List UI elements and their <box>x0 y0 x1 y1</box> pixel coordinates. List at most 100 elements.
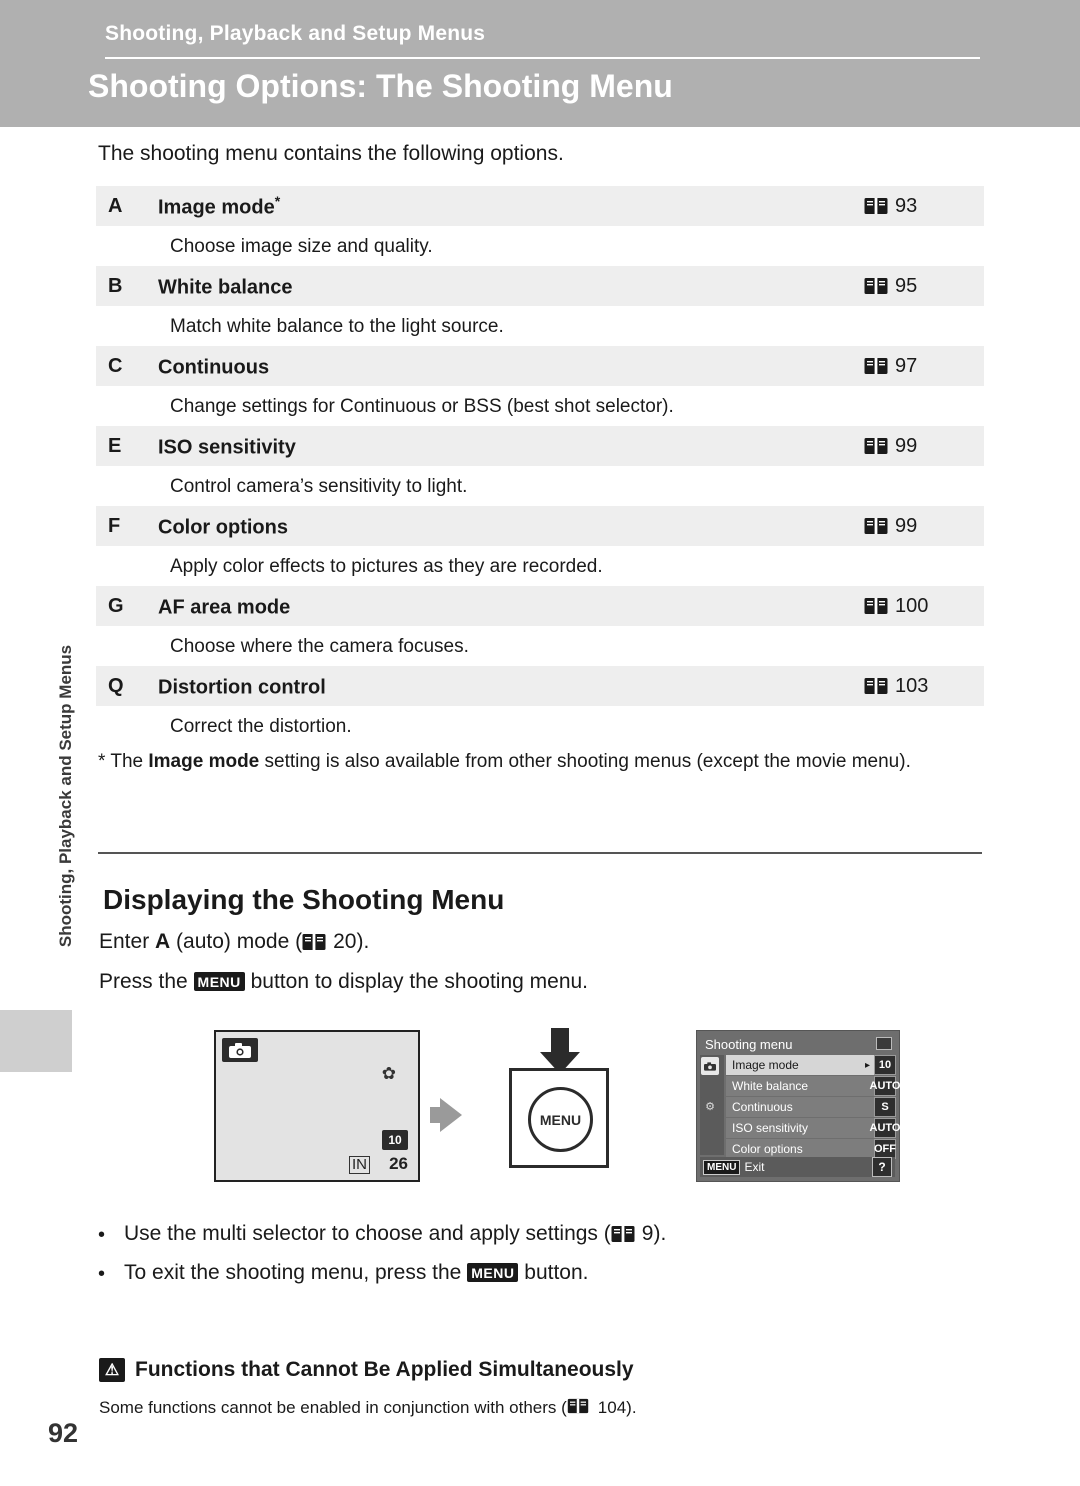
page-number: 92 <box>48 1418 79 1448</box>
internal-memory-icon: IN <box>349 1156 370 1174</box>
option-page-number: 99 <box>895 514 918 537</box>
book-icon <box>611 1225 635 1243</box>
option-label-text: White balance <box>158 276 293 299</box>
chevron-right-icon: ▸ <box>864 1059 870 1071</box>
note-heading: ⚠ Functions that Cannot Be Applied Simul… <box>99 1358 634 1382</box>
menu-row-label: Color options <box>732 1142 803 1156</box>
menu-screen-footer: MENU Exit ? <box>700 1157 895 1177</box>
flow-arrow-1 <box>440 1098 462 1132</box>
bullet-text: To exit the shooting menu, press the MEN… <box>124 1261 589 1288</box>
camera-mode-icon <box>222 1038 258 1062</box>
instruction-page: 20 <box>333 930 357 953</box>
option-description: Choose where the camera focuses. <box>96 627 984 666</box>
tab-shooting-icon[interactable] <box>701 1057 719 1075</box>
list-item: • Use the multi selector to choose and a… <box>98 1222 978 1249</box>
menu-row-image-mode[interactable]: Image mode ▸ 10 <box>726 1055 896 1076</box>
option-description: Change settings for Continuous or BSS (b… <box>96 387 984 426</box>
option-letter: C <box>108 354 123 377</box>
option-label-text: ISO sensitivity <box>158 436 296 459</box>
option-page-ref: 93 <box>864 195 984 218</box>
instruction-post: button to display the shooting menu. <box>244 970 589 993</box>
header-rule <box>105 57 980 59</box>
book-icon <box>864 197 888 215</box>
shots-remaining: 26 <box>389 1154 408 1173</box>
menu-row-continuous[interactable]: Continuous S <box>726 1097 896 1118</box>
option-label-text: Continuous <box>158 356 270 379</box>
instruction-pre: Enter <box>99 930 156 953</box>
section-divider <box>98 852 982 854</box>
book-icon <box>864 677 888 695</box>
book-icon <box>302 933 326 951</box>
menu-button-body: MENU <box>509 1068 609 1168</box>
book-icon <box>864 517 888 535</box>
option-label: White balance <box>158 273 864 300</box>
option-page-ref: 100 <box>864 595 984 618</box>
footnote: * The Image mode setting is also availab… <box>98 748 988 776</box>
side-tab-marker <box>0 1010 72 1072</box>
menu-row-value: S <box>874 1097 896 1117</box>
menu-button-badge: MENU <box>467 1263 519 1282</box>
table-row: Q Distortion control 103 <box>96 666 984 707</box>
instruction-press-menu: Press the MENU button to display the sho… <box>99 970 588 994</box>
book-icon <box>864 357 888 375</box>
bullet-pre: To exit the shooting menu, press the <box>124 1261 468 1284</box>
side-tab-label: Shooting, Playback and Setup Menus <box>56 644 75 948</box>
option-description: Choose image size and quality. <box>96 227 984 266</box>
option-description: Match white balance to the light source. <box>96 307 984 346</box>
instruction-mid: (auto) mode ( <box>170 930 303 953</box>
option-label: Continuous <box>158 353 864 380</box>
option-page-number: 99 <box>895 434 918 457</box>
menu-row-white-balance[interactable]: White balance AUTO <box>726 1076 900 1097</box>
option-label-text: Color options <box>158 516 288 539</box>
menu-row-iso-sensitivity[interactable]: ISO sensitivity AUTO <box>726 1118 900 1139</box>
page-title: Shooting Options: The Shooting Menu <box>88 68 673 104</box>
option-label: AF area mode <box>158 593 864 620</box>
option-description: Apply color effects to pictures as they … <box>96 547 984 586</box>
footnote-post: setting is also available from other sho… <box>259 751 911 772</box>
menu-row-value: 10 <box>874 1055 896 1075</box>
bullet-post: button. <box>518 1261 589 1284</box>
book-icon <box>567 1398 591 1416</box>
help-icon[interactable]: ? <box>872 1157 892 1177</box>
option-label: Color options <box>158 513 864 540</box>
option-letter: F <box>108 514 121 537</box>
bullet-page: 9 <box>641 1222 654 1245</box>
option-description: Correct the distortion. <box>96 707 984 746</box>
option-label-text: AF area mode <box>158 596 291 619</box>
option-letter: B <box>108 274 123 297</box>
table-row: E ISO sensitivity 99 <box>96 426 984 467</box>
option-page-ref: 99 <box>864 435 984 458</box>
bullet-list: • Use the multi selector to choose and a… <box>98 1222 978 1300</box>
note-title-text: Functions that Cannot Be Applied Simulta… <box>135 1358 634 1381</box>
table-row: C Continuous 97 <box>96 346 984 387</box>
option-page-number: 93 <box>895 194 918 217</box>
menu-button-illustration: MENU <box>504 1028 614 1190</box>
shooting-menu-screenshot: Shooting menu ⚙ Image mode ▸ 10 White ba… <box>696 1030 900 1182</box>
tab-setup-icon[interactable]: ⚙ <box>701 1097 719 1115</box>
header-kicker: Shooting, Playback and Setup Menus <box>105 22 486 45</box>
list-item: • To exit the shooting menu, press the M… <box>98 1261 978 1288</box>
option-page-number: 100 <box>895 594 929 617</box>
option-page-ref: 103 <box>864 675 984 698</box>
bullet-text: Use the multi selector to choose and app… <box>124 1222 666 1249</box>
menu-row-value: OFF <box>874 1139 896 1159</box>
option-label-text: Image mode <box>158 196 275 219</box>
menu-row-value: AUTO <box>870 1076 900 1096</box>
intro-text: The shooting menu contains the following… <box>98 142 564 165</box>
bullet-post: ). <box>653 1222 667 1245</box>
note-body: Some functions cannot be enabled in conj… <box>99 1398 979 1418</box>
bullet-dot: • <box>98 1224 106 1246</box>
auto-mode-glyph: A <box>155 930 171 953</box>
book-icon <box>864 597 888 615</box>
note-body-post: ). <box>626 1398 637 1417</box>
book-icon <box>864 277 888 295</box>
menu-row-label: Continuous <box>732 1100 793 1114</box>
menu-button-badge: MENU <box>193 972 245 991</box>
menu-screen-title: Shooting menu <box>705 1037 793 1052</box>
battery-icon <box>876 1037 892 1050</box>
table-row: B White balance 95 <box>96 266 984 307</box>
footnote-marker: * <box>98 751 106 772</box>
option-footnote-star: * <box>274 192 281 209</box>
flower-icon: ✿ <box>381 1064 396 1083</box>
table-row: A Image mode* 93 <box>96 186 984 227</box>
